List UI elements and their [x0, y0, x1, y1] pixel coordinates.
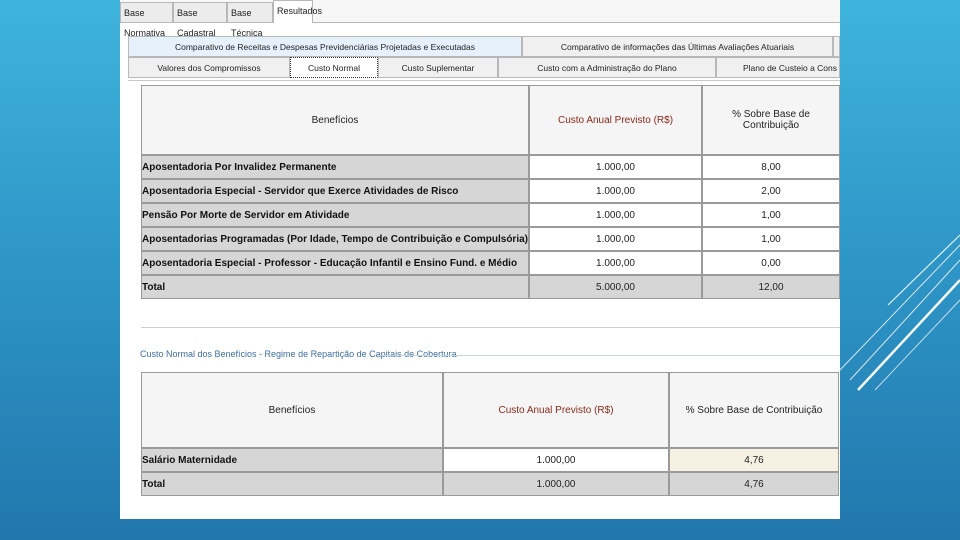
table-row: Aposentadoria Especial - Professor - Edu…: [141, 251, 840, 275]
percent-cell[interactable]: 1,00: [702, 203, 840, 227]
header-percentual: % Sobre Base de Contribuição: [702, 85, 840, 155]
total-custo: 5.000,00: [529, 275, 703, 299]
percent-cell[interactable]: 8,00: [702, 155, 840, 179]
custo-cell[interactable]: 1.000,00: [529, 227, 703, 251]
tab-custo-suplementar[interactable]: Custo Suplementar: [378, 57, 498, 78]
custo-cell[interactable]: 1.000,00: [443, 448, 669, 472]
total-label: Total: [141, 275, 529, 299]
beneficios-table: Benefícios Custo Anual Previsto (R$) % S…: [141, 85, 840, 299]
results-panel: Comparativo de Receitas e Despesas Previ…: [128, 36, 840, 519]
row-label: Salário Maternidade: [141, 448, 443, 472]
decorative-lines: [839, 234, 960, 391]
section-divider: [141, 327, 840, 328]
section2-rule: [378, 355, 840, 356]
table-row: Pensão Por Morte de Servidor em Atividad…: [141, 203, 840, 227]
table-row: Aposentadoria Especial - Servidor que Ex…: [141, 179, 840, 203]
header-custo-anual: Custo Anual Previsto (R$): [529, 85, 703, 155]
table-header-row: Benefícios Custo Anual Previsto (R$) % S…: [141, 372, 839, 448]
row-label: Pensão Por Morte de Servidor em Atividad…: [141, 203, 529, 227]
percent-cell[interactable]: 1,00: [702, 227, 840, 251]
table-row: Aposentadoria Por Invalidez Permanente 1…: [141, 155, 840, 179]
subtab-row-comparativos: Comparativo de Receitas e Despesas Previ…: [128, 36, 840, 57]
header-beneficios: Benefícios: [141, 372, 443, 448]
tab-base-tecnica[interactable]: Base Técnica: [227, 2, 273, 38]
tab-plano-custeio[interactable]: Plano de Custeio a Cons: [716, 57, 840, 78]
total-percent: 12,00: [702, 275, 840, 299]
table-header-row: Benefícios Custo Anual Previsto (R$) % S…: [141, 85, 840, 155]
percent-cell[interactable]: 0,00: [702, 251, 840, 275]
percent-cell[interactable]: 2,00: [702, 179, 840, 203]
tab-valores-compromissos[interactable]: Valores dos Compromissos: [128, 57, 290, 78]
section2-title: Custo Normal dos Benefícios - Regime de …: [140, 349, 457, 359]
tab-resultados[interactable]: Resultados: [273, 0, 322, 23]
custo-cell[interactable]: 1.000,00: [529, 203, 703, 227]
table-row: Salário Maternidade 1.000,00 4,76: [141, 448, 839, 472]
custo-cell[interactable]: 1.000,00: [529, 155, 703, 179]
custo-normal-content: Benefícios Custo Anual Previsto (R$) % S…: [128, 80, 840, 519]
header-percentual: % Sobre Base de Contribuição: [669, 372, 839, 448]
total-row: Total 5.000,00 12,00: [141, 275, 840, 299]
main-tab-bar: Base Normativa Base Cadastral Base Técni…: [120, 0, 840, 38]
row-label: Aposentadorias Programadas (Por Idade, T…: [141, 227, 529, 251]
app-window: Base Normativa Base Cadastral Base Técni…: [120, 0, 840, 519]
row-label: Aposentadoria Especial - Professor - Edu…: [141, 251, 529, 275]
row-label: Aposentadoria Por Invalidez Permanente: [141, 155, 529, 179]
tab-comparativo-avaliacoes[interactable]: Comparativo de informações das Últimas A…: [522, 36, 833, 57]
tab-custo-normal[interactable]: Custo Normal: [290, 57, 378, 78]
tab-base-normativa[interactable]: Base Normativa: [120, 2, 173, 38]
custo-cell[interactable]: 1.000,00: [529, 251, 703, 275]
tab-comparativo-receitas-despesas[interactable]: Comparativo de Receitas e Despesas Previ…: [128, 36, 522, 57]
table-row: Aposentadorias Programadas (Por Idade, T…: [141, 227, 840, 251]
tab-overflow: [833, 36, 840, 57]
row-label: Aposentadoria Especial - Servidor que Ex…: [141, 179, 529, 203]
total-custo: 1.000,00: [443, 472, 669, 496]
header-custo-anual: Custo Anual Previsto (R$): [443, 372, 669, 448]
tab-custo-administracao[interactable]: Custo com a Administração do Plano: [498, 57, 716, 78]
percent-cell: 4,76: [669, 448, 839, 472]
subtab-row-custos: Valores dos Compromissos Custo Normal Cu…: [128, 57, 840, 78]
total-row: Total 1.000,00 4,76: [141, 472, 839, 496]
total-percent: 4,76: [669, 472, 839, 496]
total-label: Total: [141, 472, 443, 496]
header-beneficios: Benefícios: [141, 85, 529, 155]
tab-base-cadastral[interactable]: Base Cadastral: [173, 2, 227, 38]
custo-cell[interactable]: 1.000,00: [529, 179, 703, 203]
repartição-table: Benefícios Custo Anual Previsto (R$) % S…: [141, 372, 839, 496]
